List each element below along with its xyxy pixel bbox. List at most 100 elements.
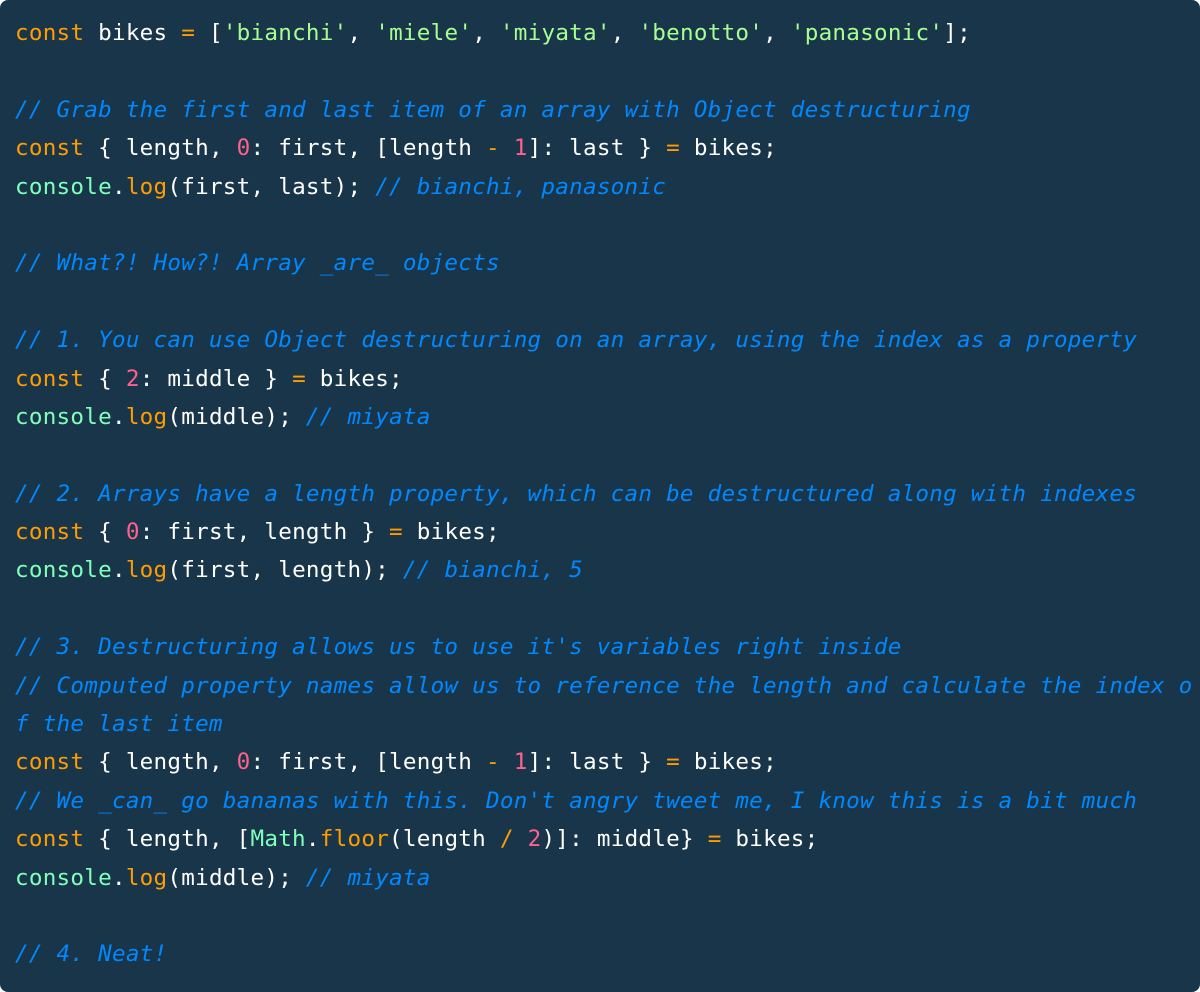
code-token-operator: = xyxy=(666,135,680,162)
code-token-string: 'miele' xyxy=(375,20,473,46)
code-token-default: bikes; xyxy=(679,749,777,776)
code-token-default: : middle } xyxy=(139,365,293,392)
code-token-operator: = xyxy=(707,826,722,853)
code-token-number: 1 xyxy=(513,135,528,162)
code-token-default: { length, xyxy=(84,749,237,776)
code-token-default: { xyxy=(84,519,126,546)
code-line: ​ xyxy=(15,590,1191,628)
code-line: // 3. Destructuring allows us to use it'… xyxy=(15,628,1191,666)
code-token-operator: - xyxy=(486,135,500,162)
code-line: console.log(first, length); // bianchi, … xyxy=(15,551,1191,589)
code-token-default: bikes; xyxy=(679,135,777,162)
code-token-default: : first, [length xyxy=(250,135,487,162)
code-line: // Computed property names allow us to r… xyxy=(15,667,1193,705)
code-token-keyword: log xyxy=(125,864,168,891)
code-token-keyword: const xyxy=(15,365,85,392)
code-token-default: , xyxy=(763,20,791,46)
code-token-default: (length xyxy=(389,826,500,853)
code-token-default: bikes xyxy=(84,20,182,46)
code-token-keyword: const xyxy=(15,826,85,853)
code-token-default: { length, xyxy=(84,135,237,162)
code-line: // What?! How?! Array _are_ objects xyxy=(15,244,1191,282)
code-line: const { length, 0: first, [length - 1]: … xyxy=(15,129,1191,167)
code-token-comment: // 2. Arrays have a length property, whi… xyxy=(15,480,1138,507)
code-token-keyword: log xyxy=(125,173,168,200)
code-token-keyword: const xyxy=(15,135,85,162)
code-token-default xyxy=(500,135,514,161)
code-token-keyword: log xyxy=(125,557,168,584)
code-line: ​ xyxy=(15,206,1191,244)
code-token-default: ]: last } xyxy=(527,135,667,162)
code-token-builtin: console xyxy=(15,403,112,430)
code-token-default: ]: last } xyxy=(527,749,667,776)
code-token-operator: = xyxy=(181,20,196,46)
code-token-keyword: log xyxy=(125,403,168,430)
code-token-number: 2 xyxy=(527,826,542,853)
code-token-default: (first, length); xyxy=(167,557,403,584)
code-line: // 4. Neat! xyxy=(15,935,1191,973)
code-token-default: , xyxy=(472,20,500,46)
code-line: const bikes = ['bianchi', 'miele', 'miya… xyxy=(15,14,1191,52)
code-token-number: 0 xyxy=(125,519,140,546)
code-token-comment: // miyata xyxy=(305,403,431,430)
code-token-builtin: console xyxy=(15,173,112,200)
code-token-operator: / xyxy=(499,826,514,853)
code-token-default: , xyxy=(610,20,639,46)
code-token-comment: // bianchi, 5 xyxy=(402,557,583,584)
code-token-default: . xyxy=(111,864,126,891)
code-token-default: { xyxy=(84,365,126,392)
code-token-default: (first, last); xyxy=(167,173,376,200)
code-token-default: bikes; xyxy=(305,365,403,392)
code-token-comment: // Computed property names allow us to r… xyxy=(15,672,1193,699)
code-line: console.log(first, last); // bianchi, pa… xyxy=(15,168,1191,206)
code-line: const { length, 0: first, [length - 1]: … xyxy=(15,743,1191,781)
code-line: // We _can_ go bananas with this. Don't … xyxy=(15,782,1191,820)
code-token-operator: = xyxy=(389,519,403,546)
code-line: console.log(middle); // miyata xyxy=(15,398,1191,436)
code-token-builtin: Math xyxy=(250,826,306,853)
code-token-number: 1 xyxy=(513,749,528,776)
code-token-comment: f the last item xyxy=(15,711,223,738)
code-token-string: 'miyata' xyxy=(499,20,611,46)
code-token-number: 2 xyxy=(125,365,140,392)
code-line: const { 0: first, length } = bikes; xyxy=(15,513,1191,551)
code-token-default xyxy=(500,749,514,775)
code-line: // Grab the first and last item of an ar… xyxy=(15,91,1191,129)
code-token-comment: // We _can_ go bananas with this. Don't … xyxy=(15,787,1138,814)
code-line: const { 2: middle } = bikes; xyxy=(15,360,1191,398)
code-line: ​ xyxy=(15,283,1191,321)
code-line: ​ xyxy=(15,52,1191,90)
code-token-keyword: const xyxy=(15,519,85,546)
code-token-comment: // miyata xyxy=(305,864,431,891)
code-token-default: . xyxy=(111,173,126,200)
code-token-string: 'benotto' xyxy=(638,20,764,46)
code-token-string: 'panasonic' xyxy=(790,20,944,46)
code-line: ​ xyxy=(15,897,1191,935)
code-token-default: (middle); xyxy=(167,403,306,430)
code-token-default: : first, [length xyxy=(250,749,487,776)
code-line: // 2. Arrays have a length property, whi… xyxy=(15,475,1191,513)
code-token-default: , xyxy=(347,20,376,46)
code-token-comment: // Grab the first and last item of an ar… xyxy=(15,96,971,123)
code-token-number: 0 xyxy=(236,749,251,776)
code-token-comment: // bianchi, panasonic xyxy=(375,173,667,200)
code-token-builtin: console xyxy=(15,557,112,584)
code-token-comment: // 4. Neat! xyxy=(15,941,168,968)
code-token-comment: // What?! How?! Array _are_ objects xyxy=(15,250,500,277)
code-token-string: 'bianchi' xyxy=(222,20,348,46)
code-token-default: bikes; xyxy=(721,826,819,853)
code-line: ​ xyxy=(15,436,1191,474)
code-token-operator: = xyxy=(292,365,306,392)
code-line: const { length, [Math.floor(length / 2)]… xyxy=(15,820,1191,858)
code-token-default: : first, length } xyxy=(139,519,390,546)
code-token-default: (middle); xyxy=(167,864,306,891)
code-token-comment: // 1. You can use Object destructuring o… xyxy=(15,327,1138,354)
code-token-default: { length, [ xyxy=(84,826,251,853)
code-token-default: [ xyxy=(195,20,223,46)
code-token-default: ]; xyxy=(943,20,971,46)
code-token-default: )]: middle} xyxy=(541,826,708,853)
code-line: f the last item xyxy=(15,705,1191,743)
code-token-comment: // 3. Destructuring allows us to use it'… xyxy=(15,634,902,661)
code-token-number: 0 xyxy=(236,135,251,162)
code-token-default: bikes; xyxy=(402,519,500,546)
